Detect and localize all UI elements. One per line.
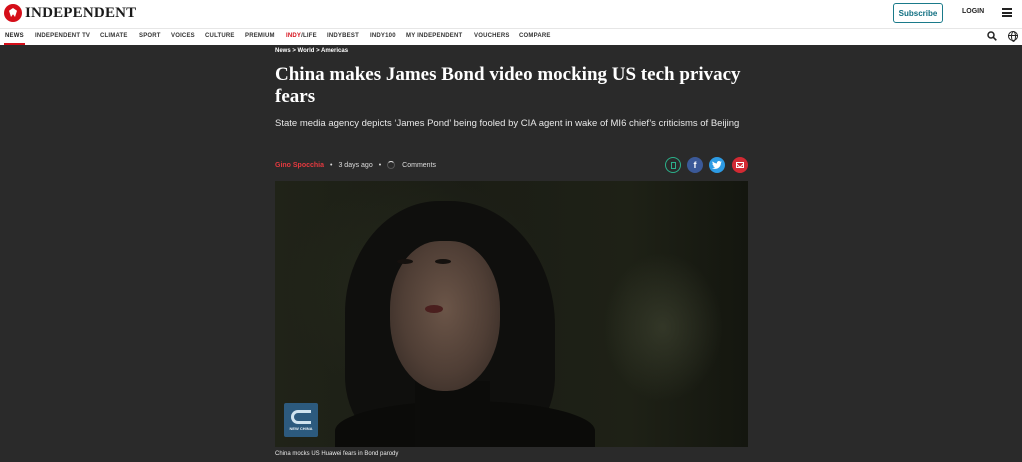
login-link[interactable]: LOGIN [962,8,984,15]
twitter-icon[interactable] [709,157,725,173]
video-caption: China mocks US Huawei fears in Bond paro… [275,451,399,457]
nav-item-culture[interactable]: CULTURE [205,33,235,39]
byline-separator: • [330,161,333,169]
article-headline: China makes James Bond video mocking US … [275,64,741,107]
video-player[interactable]: NEW CHINA [275,181,748,447]
video-frame-eye [435,259,451,264]
nav-item-indybest[interactable]: INDYBEST [327,33,359,39]
nav-item-indy-life[interactable]: INDY/LIFE [286,33,317,39]
bookmark-icon[interactable] [665,157,681,173]
active-nav-indicator [4,43,25,45]
independent-logo[interactable]: INDEPENDENT [4,4,136,22]
main-nav: NEWS INDEPENDENT TV CLIMATE SPORT VOICES… [0,28,1022,45]
globe-icon[interactable] [1008,31,1018,42]
video-frame-eye [397,259,413,264]
logo-text: INDEPENDENT [25,4,137,21]
nav-item-news[interactable]: NEWS [5,33,24,39]
loading-spinner-icon [387,161,396,169]
facebook-icon[interactable]: f [687,157,703,173]
video-frame-mouth [425,305,443,313]
byline: Gino Spocchia • 3 days ago • Comments [275,160,436,170]
video-frame-neck [415,381,490,447]
indy-life-prefix: INDY [286,33,302,39]
nav-item-premium[interactable]: PREMIUM [245,33,275,39]
author-link[interactable]: Gino Spocchia [275,162,324,169]
eagle-logo-icon [4,4,22,22]
nav-item-vouchers[interactable]: VOUCHERS [474,33,510,39]
email-icon[interactable] [732,157,748,173]
nav-item-my-independent[interactable]: MY INDEPENDENT [406,33,462,39]
comments-link[interactable]: Comments [402,162,436,169]
new-china-logo-text: NEW CHINA [289,425,313,431]
breadcrumb[interactable]: News > World > Americas [275,48,348,54]
nav-item-compare[interactable]: COMPARE [519,33,551,39]
nav-item-voices[interactable]: VOICES [171,33,195,39]
new-china-mark-icon [291,409,311,424]
publish-time: 3 days ago [338,161,373,169]
new-china-logo: NEW CHINA [284,403,318,437]
top-header: INDEPENDENT Subscribe LOGIN [0,0,1022,28]
nav-item-sport[interactable]: SPORT [139,33,161,39]
nav-item-climate[interactable]: CLIMATE [100,33,128,39]
subscribe-button[interactable]: Subscribe [893,3,943,23]
nav-item-independent-tv[interactable]: INDEPENDENT TV [35,33,90,39]
search-icon[interactable] [987,31,997,41]
hamburger-menu-icon[interactable] [1002,8,1012,17]
byline-separator: • [378,161,382,169]
nav-item-indy100[interactable]: INDY100 [370,33,396,39]
article-standfirst: State media agency depicts ‘James Pond’ … [275,118,740,129]
indy-life-suffix: /LIFE [301,33,317,39]
